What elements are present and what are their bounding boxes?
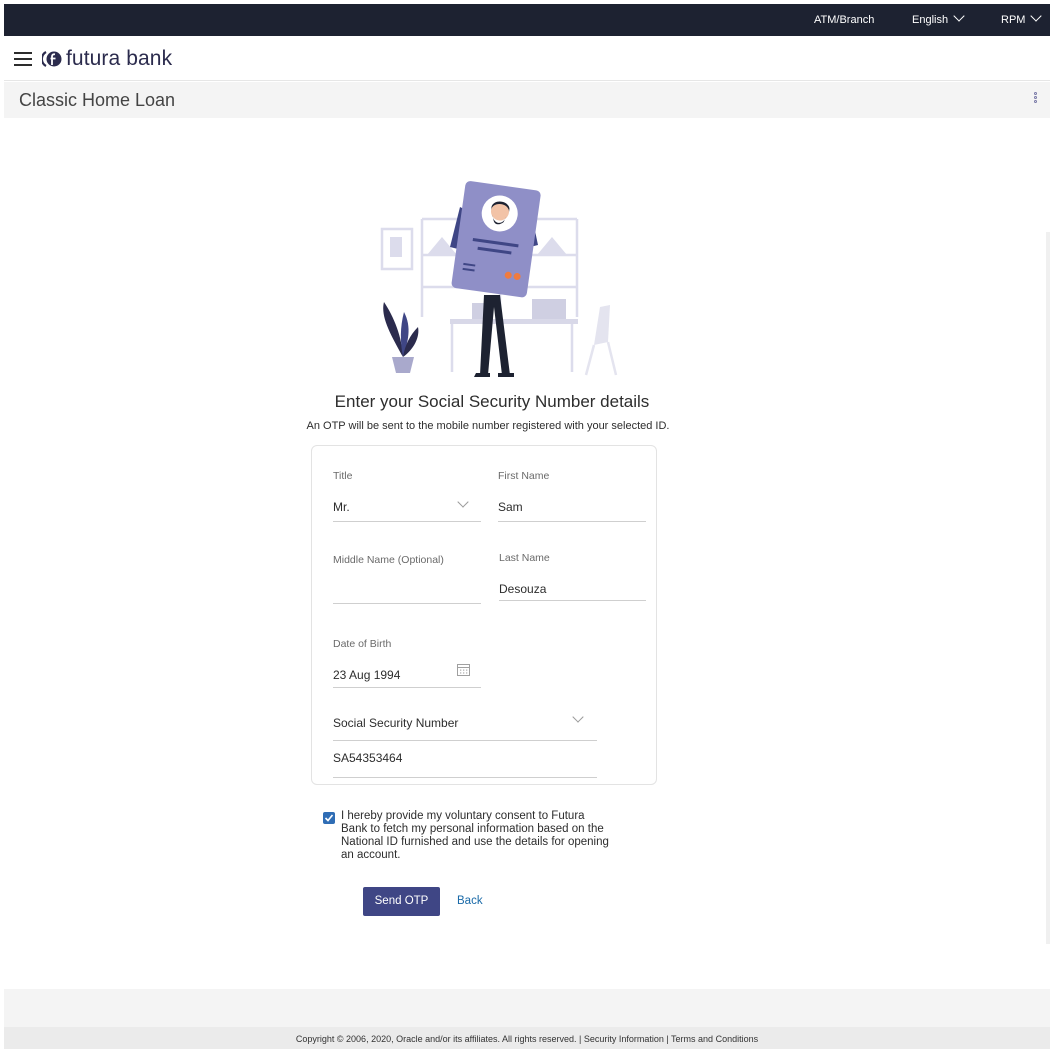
brand-name[interactable]: futura bank [66,47,172,71]
chevron-down-icon [953,10,965,22]
chevron-down-icon [572,711,584,723]
last-name-label: Last Name [499,552,550,564]
top-bar: ATM/Branch English RPM [4,4,1050,36]
section-subheading: An OTP will be sent to the mobile number… [306,420,670,432]
send-otp-button[interactable]: Send OTP [363,887,440,916]
date-of-birth-value: 23 Aug 1994 [333,668,401,682]
app-header: futura bank [4,36,1050,81]
id-card-illustration [380,181,618,377]
identity-form-card: Title Mr. First Name Sam Middle Name (Op… [311,445,657,785]
first-name-field[interactable]: First Name Sam [498,470,646,522]
app-window: ATM/Branch English RPM futura bank Class… [4,4,1050,1049]
date-of-birth-field[interactable]: Date of Birth 23 Aug 1994 [333,638,481,690]
id-number-value: SA54353464 [333,751,403,765]
content-footer-band [4,989,1050,1027]
consent-text: I hereby provide my voluntary consent to… [341,810,609,861]
page-title: Classic Home Loan [19,90,176,110]
hamburger-icon[interactable] [14,52,32,66]
user-menu[interactable]: RPM [1001,4,1043,36]
user-label: RPM [1001,14,1026,26]
title-label: Title [333,470,353,482]
copyright-text: Copyright © 2006, 2020, Oracle and/or it… [295,1034,759,1044]
kebab-menu-icon[interactable] [1034,92,1038,106]
first-name-value: Sam [498,500,523,514]
date-of-birth-label: Date of Birth [333,638,392,650]
chevron-down-icon [1030,10,1043,22]
id-number-field[interactable]: SA54353464 [333,750,597,780]
atm-branch-link[interactable]: ATM/Branch [814,4,874,36]
consent-checkbox[interactable] [323,812,335,824]
last-name-value: Desouza [499,582,547,596]
chevron-down-icon [457,496,469,508]
calendar-icon[interactable] [457,663,470,676]
language-label: English [912,14,949,26]
page-footer: Copyright © 2006, 2020, Oracle and/or it… [4,1027,1050,1049]
checkmark-icon [324,814,334,822]
back-link[interactable]: Back [457,895,483,907]
page-title-bar: Classic Home Loan [4,82,1050,118]
first-name-label: First Name [498,470,550,482]
language-selector[interactable]: English [912,4,965,36]
futura-logo-icon [42,51,62,67]
title-select[interactable]: Title Mr. [333,470,481,522]
middle-name-field[interactable]: Middle Name (Optional) [333,554,481,606]
id-type-select[interactable]: Social Security Number [333,711,597,742]
section-heading: Enter your Social Security Number detail… [334,392,650,411]
scrollbar[interactable] [1046,232,1050,944]
middle-name-label: Middle Name (Optional) [333,554,444,566]
title-value: Mr. [333,500,350,514]
id-type-value: Social Security Number [333,716,459,730]
last-name-field[interactable]: Last Name Desouza [499,552,646,604]
